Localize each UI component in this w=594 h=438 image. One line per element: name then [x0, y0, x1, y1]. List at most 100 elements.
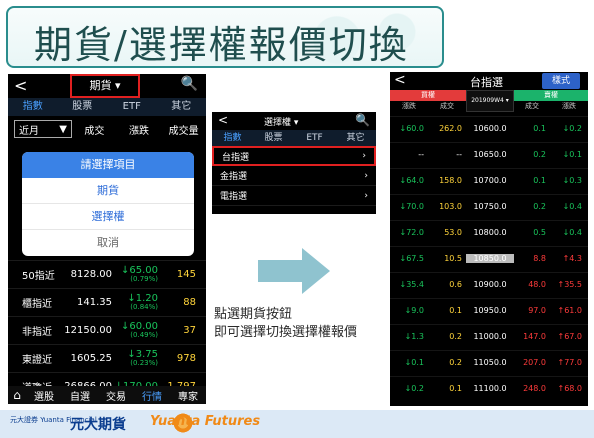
row-name: 櫃指近: [22, 299, 52, 310]
table-row[interactable]: ↓1.3 0.2 11000.0 147.0 ↑67.0: [390, 324, 588, 348]
row-volume: 978: [176, 353, 196, 364]
nav-quotes[interactable]: 行情: [134, 388, 170, 403]
page-title: 台指選: [470, 76, 503, 89]
options-table-header: 買權 賣權 漲跌 成交 成交 漲跌 201909W4 ▾: [390, 90, 588, 112]
left-phone-subheader: 近月 ▼ 成交 漲跌 成交量: [8, 118, 206, 140]
nav-expert[interactable]: 專家: [170, 388, 206, 403]
middle-phone-tabs: 指數 股票 ETF 其它: [212, 130, 376, 146]
row-value: 1605.25: [70, 353, 112, 364]
selection-popup: 請選擇項目 期貨 選擇權 取消: [22, 152, 194, 256]
table-row[interactable]: ↓64.0 158.0 10700.0 0.1 ↓0.3: [390, 168, 588, 192]
list-item-financial-options[interactable]: 金指選 ›: [212, 166, 376, 186]
table-row[interactable]: ↓60.0 262.0 10600.0 0.1 ↓0.2: [390, 116, 588, 140]
row-volume: 88: [183, 297, 196, 308]
options-dropdown-button[interactable]: 選擇權 ▾: [264, 115, 298, 128]
row-name: 東證近: [22, 355, 52, 366]
list-item-electronic-options[interactable]: 電指選 ›: [212, 186, 376, 206]
tab-stock[interactable]: 股票: [58, 98, 108, 116]
left-phone-screen: < 期貨 ▾ 🔍 指數 股票 ETF 其它 近月 ▼ 成交 漲跌 成交量 請選擇…: [8, 74, 206, 404]
yuanta-futures-logo: 元大期貨: [70, 417, 126, 433]
table-row[interactable]: ↓9.0 0.1 10950.0 97.0 ↑61.0: [390, 298, 588, 322]
table-row[interactable]: -- -- 10650.0 0.2 ↓0.1: [390, 142, 588, 166]
title-banner: 期貨/選擇權報價切換: [6, 6, 444, 88]
search-icon[interactable]: 🔍: [181, 76, 198, 92]
table-row[interactable]: ↓35.4 0.6 10900.0 48.0 ↑35.5: [390, 272, 588, 296]
contract-month-select[interactable]: 201909W4 ▾: [466, 90, 514, 112]
column-header-put-trade: 成交: [525, 102, 539, 110]
middle-phone-screen: < 選擇權 ▾ 🔍 指數 股票 ETF 其它 台指選 › 金指選 › 電指選 ›: [212, 112, 376, 214]
row-volume: 145: [176, 269, 196, 280]
options-list: 台指選 › 金指選 › 電指選 ›: [212, 146, 376, 206]
nav-watchlist[interactable]: 自選: [62, 388, 98, 403]
chevron-right-icon: ›: [364, 190, 368, 201]
back-icon[interactable]: <: [14, 76, 27, 95]
month-select[interactable]: 近月 ▼: [14, 120, 72, 138]
nav-stock-pick[interactable]: 選股: [26, 388, 62, 403]
tab-index[interactable]: 指數: [212, 130, 253, 146]
popup-option-futures[interactable]: 期貨: [22, 178, 194, 204]
popup-option-options[interactable]: 選擇權: [22, 204, 194, 230]
tab-other[interactable]: 其它: [157, 98, 207, 116]
chevron-right-icon: ›: [364, 170, 368, 181]
row-change: ↓65.00 (0.79%): [120, 265, 158, 283]
row-value: 8128.00: [70, 269, 112, 280]
call-header: 買權: [390, 90, 466, 101]
footer-bar: 元大證券 Yuanta Financial 元大期貨 Yuanta Future…: [0, 410, 594, 438]
instruction-text: 點選期貨按鈕 即可選擇切換選擇權報價: [214, 306, 388, 342]
table-row[interactable]: ↓72.0 53.0 10800.0 0.5 ↓0.4: [390, 220, 588, 244]
row-name: 非指近: [22, 327, 52, 338]
tab-index[interactable]: 指數: [8, 98, 58, 116]
middle-phone-header: < 選擇權 ▾ 🔍: [212, 112, 376, 130]
popup-cancel-button[interactable]: 取消: [22, 230, 194, 256]
home-icon[interactable]: ⌂: [8, 388, 26, 402]
column-header-call-trade: 成交: [440, 102, 454, 110]
style-button[interactable]: 樣式: [542, 73, 580, 89]
arrow-body: [258, 260, 302, 282]
nav-trade[interactable]: 交易: [98, 388, 134, 403]
back-icon[interactable]: <: [218, 113, 228, 127]
table-row[interactable]: ↓0.2 0.1 11100.0 248.0 ↑68.0: [390, 376, 588, 400]
back-icon[interactable]: <: [394, 72, 406, 88]
column-header-trade: 成交: [84, 125, 105, 137]
tab-etf[interactable]: ETF: [107, 98, 157, 116]
chevron-right-icon: ›: [362, 151, 366, 161]
table-row[interactable]: 50指近 8128.00 ↓65.00 (0.79%) 145: [8, 260, 206, 288]
page-title: 期貨/選擇權報價切換: [34, 23, 409, 67]
left-phone-header: < 期貨 ▾ 🔍: [8, 74, 206, 98]
column-header-call-change: 漲跌: [402, 102, 416, 110]
right-phone-screen: < 台指選 樣式 買權 賣權 漲跌 成交 成交 漲跌 201909W4 ▾ ↓6…: [390, 72, 588, 406]
yuanta-futures-english-logo: Yuanta Futures: [150, 414, 261, 429]
chevron-down-icon: ▼: [59, 123, 67, 135]
row-change: ↓60.00 (0.49%): [120, 321, 158, 339]
futures-dropdown-button[interactable]: 期貨 ▾: [70, 74, 140, 98]
right-phone-header: < 台指選 樣式: [390, 72, 588, 90]
row-change: ↓3.75 (0.23%): [127, 349, 158, 367]
instruction-line-1: 點選期貨按鈕: [214, 307, 293, 322]
tab-other[interactable]: 其它: [335, 130, 376, 146]
column-header-change: 漲跌: [129, 125, 149, 137]
popup-header: 請選擇項目: [22, 152, 194, 178]
right-arrow-icon: [258, 248, 330, 294]
search-icon[interactable]: 🔍: [355, 113, 370, 127]
row-change: ↓1.20 (0.84%): [127, 293, 158, 311]
row-value: 12150.00: [64, 325, 112, 336]
put-header: 賣權: [514, 90, 588, 101]
column-header-volume: 成交量: [168, 125, 199, 137]
row-value: 141.35: [77, 297, 112, 308]
instruction-line-2: 即可選擇切換選擇權報價: [214, 325, 358, 340]
left-phone-tabs: 指數 股票 ETF 其它: [8, 98, 206, 116]
table-row[interactable]: 非指近 12150.00 ↓60.00 (0.49%) 37: [8, 316, 206, 344]
table-row[interactable]: 東證近 1605.25 ↓3.75 (0.23%) 978: [8, 344, 206, 372]
arrow-head: [302, 248, 330, 294]
table-row[interactable]: ↓70.0 103.0 10750.0 0.2 ↓0.4: [390, 194, 588, 218]
column-header-put-change: 漲跌: [562, 102, 576, 110]
list-item-tx-options[interactable]: 台指選 ›: [212, 146, 376, 166]
table-row[interactable]: 櫃指近 141.35 ↓1.20 (0.84%) 88: [8, 288, 206, 316]
tab-stock[interactable]: 股票: [253, 130, 294, 146]
bottom-nav: ⌂ 選股 自選 交易 行情 專家: [8, 386, 206, 404]
row-volume: 37: [183, 325, 196, 336]
table-row[interactable]: ↓0.1 0.2 11050.0 207.0 ↑77.0: [390, 350, 588, 374]
row-name: 50指近: [22, 271, 55, 282]
tab-etf[interactable]: ETF: [294, 130, 335, 146]
table-row-at-the-money[interactable]: ↓67.5 10.5 10850.0 8.8 ↑4.3: [390, 246, 588, 270]
